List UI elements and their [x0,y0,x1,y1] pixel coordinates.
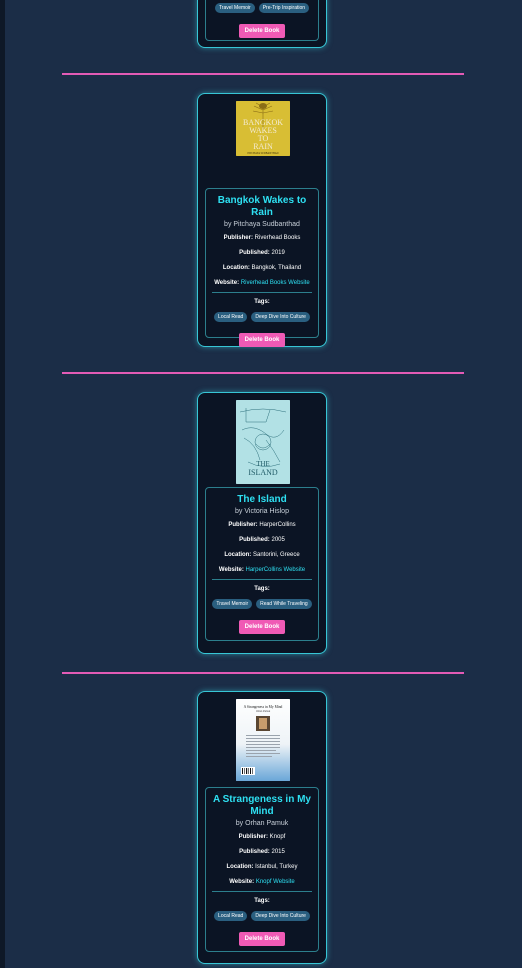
tags-heading: Tags: [254,898,270,904]
divider-line [212,292,312,293]
book-card: A Strangeness in My Mind Orhan Pamuk A S… [197,691,327,964]
cover-title-line: RAIN [253,142,273,151]
book-location: Location: Bangkok, Thailand [222,265,302,271]
tags-heading: Tags: [254,586,270,592]
left-edge-strip [0,0,5,968]
tag-chip[interactable]: Travel Memoir [212,599,253,609]
cover-author: PITCHAYA SUDBANTHAD [248,152,279,155]
cover-art: THE ISLAND [236,400,290,484]
book-published: Published: 2019 [239,250,285,256]
cover-title-line: A Strangeness in My Mind [244,705,283,709]
book-publisher: Publisher: Riverhead Books [223,235,301,241]
divider-line [212,891,312,892]
website-link[interactable]: HarperCollins Website [246,567,306,573]
book-cover-image: THE ISLAND [236,400,290,484]
book-location: Location: Santorini, Greece [224,552,300,558]
tag-list: Local Read Deep Dive Into Culture [206,312,318,322]
section-divider [62,372,464,374]
delete-book-button[interactable]: Delete Book [238,24,286,38]
book-title: Bangkok Wakes to Rain [217,195,307,218]
book-published: Published: 2005 [239,537,285,543]
book-website: Website: Knopf Website [229,879,295,885]
book-location: Location: Istanbul, Turkey [226,864,298,870]
book-website: Website: HarperCollins Website [218,567,306,573]
book-title: The Island [237,494,287,505]
tag-chip[interactable]: Deep Dive Into Culture [251,911,310,921]
website-link[interactable]: Knopf Website [256,879,295,885]
section-divider [62,672,464,674]
cover-author: Orhan Pamuk [256,710,271,713]
book-publisher: Publisher: HarperCollins [228,522,296,528]
cover-art: BANGKOK WAKES TO RAIN PITCHAYA SUDBANTHA… [236,101,290,156]
book-publisher: Publisher: Knopf [238,834,286,840]
book-card: BANGKOK WAKES TO RAIN PITCHAYA SUDBANTHA… [197,93,327,347]
book-author: by Victoria Hislop [235,508,289,515]
section-divider [62,73,464,75]
book-details-panel: A Strangeness in My Mind by Orhan Pamuk … [205,787,319,952]
book-cover-image: A Strangeness in My Mind Orhan Pamuk [236,699,290,781]
tags-heading: Tags: [254,299,270,305]
delete-book-button[interactable]: Delete Book [238,932,286,946]
book-published: Published: 2015 [239,849,285,855]
book-website: Website: Riverhead Books Website [214,280,310,286]
tag-chip[interactable]: Deep Dive Into Culture [251,312,310,322]
website-link[interactable]: Riverhead Books Website [241,280,310,286]
delete-book-button[interactable]: Delete Book [238,620,286,634]
delete-book-button[interactable]: Delete Book [238,333,286,347]
divider-line [212,579,312,580]
book-details-panel: Travel Memoir Pre-Trip Inspiration Delet… [205,0,319,41]
book-cover-image: BANGKOK WAKES TO RAIN PITCHAYA SUDBANTHA… [236,101,290,156]
cover-title-line: THE [256,460,270,468]
tag-chip[interactable]: Local Read [214,312,248,322]
tag-chip[interactable]: Read While Traveling [256,599,312,609]
book-author: by Pitchaya Sudbanthad [224,221,300,228]
book-card-previous: Travel Memoir Pre-Trip Inspiration Delet… [197,0,327,48]
tag-chip[interactable]: Local Read [214,911,248,921]
book-details-panel: Bangkok Wakes to Rain by Pitchaya Sudban… [205,188,319,347]
book-title: A Strangeness in My Mind [213,794,311,817]
book-author: by Orhan Pamuk [235,820,289,827]
tag-chip[interactable]: Travel Memoir [214,3,255,13]
tag-chip[interactable]: Pre-Trip Inspiration [258,3,310,13]
book-card: THE ISLAND The Island by Victoria Hislop… [197,392,327,654]
tag-list: Travel Memoir Pre-Trip Inspiration [206,3,318,13]
cover-art: A Strangeness in My Mind Orhan Pamuk [236,699,290,781]
book-details-panel: The Island by Victoria Hislop Publisher:… [205,487,319,641]
tag-list: Local Read Deep Dive Into Culture [206,911,318,921]
tag-list: Travel Memoir Read While Traveling [206,599,318,609]
cover-title-line: ISLAND [248,468,278,477]
